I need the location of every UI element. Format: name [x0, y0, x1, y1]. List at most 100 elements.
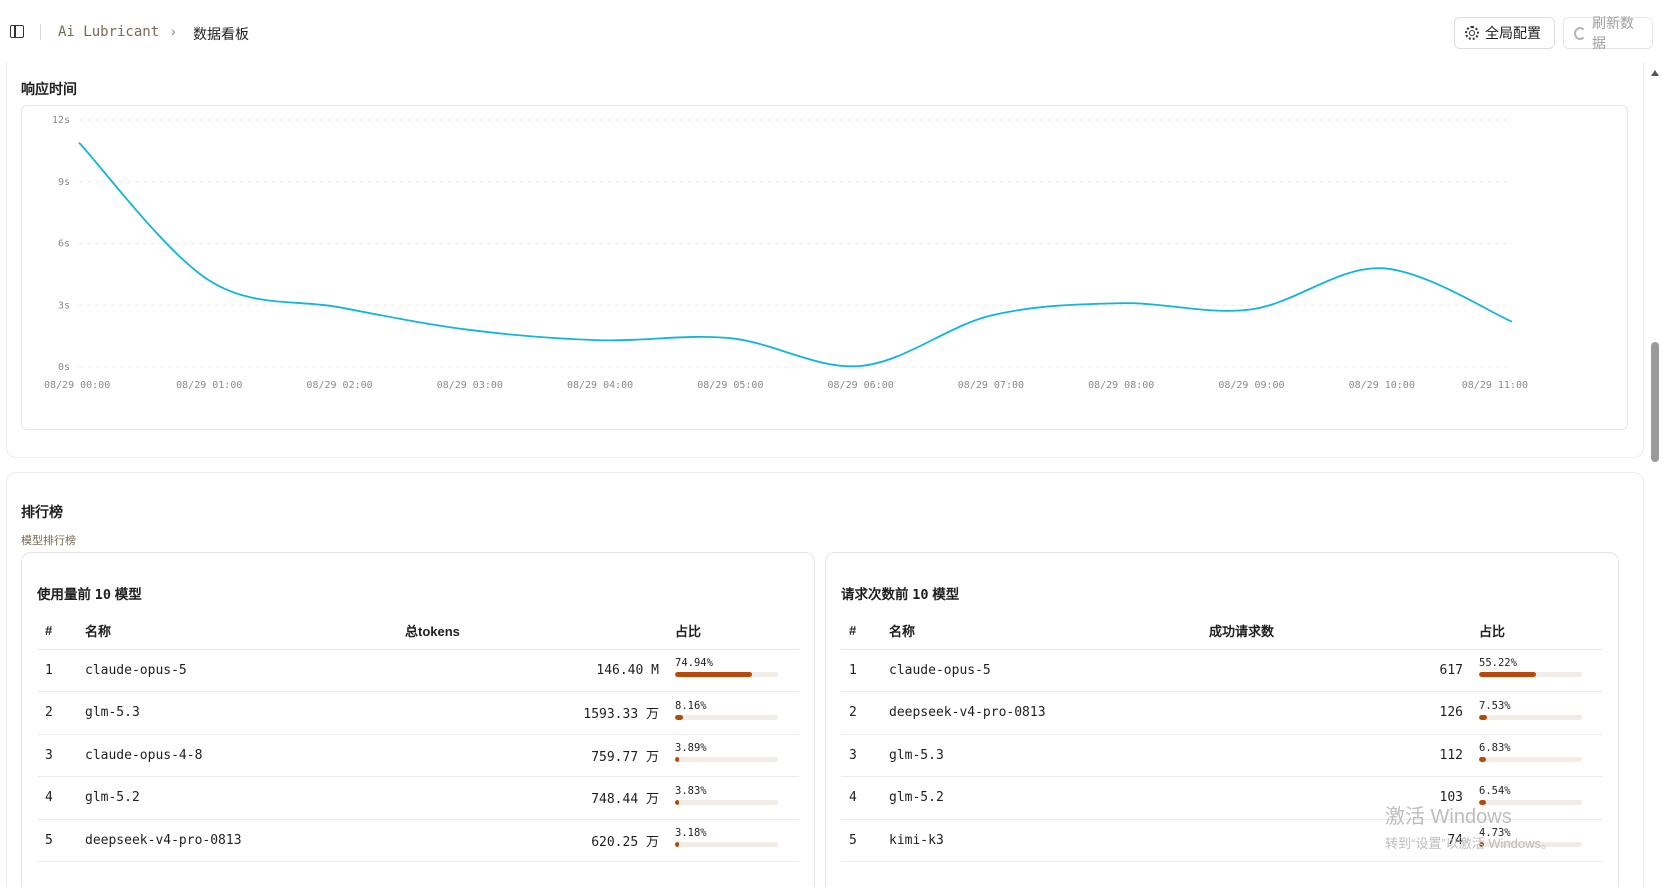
row-share-cell: 3.18%: [675, 819, 799, 862]
y-tick-label: 3s: [58, 300, 70, 311]
col-success-requests: 成功请求数: [1209, 613, 1479, 650]
share-bar-track: [1479, 714, 1582, 720]
x-tick-label: 08/29 08:00: [1088, 380, 1154, 391]
ranking-subtitle: 模型排行榜: [21, 535, 76, 547]
breadcrumb-divider: [40, 24, 41, 40]
usage-table-body: 1 claude-opus-5 146.40 M 74.94% 2 glm-5.3 1593…: [37, 649, 799, 862]
row-model-name: deepseek-v4-pro-0813: [889, 691, 1209, 735]
row-share-text: 6.54%: [1479, 784, 1511, 797]
chevron-right-icon: ›: [171, 23, 176, 39]
row-index: 1: [37, 649, 85, 692]
row-model-name: glm-5.3: [85, 691, 405, 735]
share-bar-fill: [675, 672, 753, 678]
response-time-chart-svg: 0s 3s 6s 9s 12s 08/29 00:00 08/29 01:00 08/29 0…: [44, 115, 1528, 391]
row-model-name: claude-opus-5: [889, 649, 1209, 692]
row-index: 3: [841, 734, 889, 777]
row-index: 1: [841, 649, 889, 692]
table-row[interactable]: 4 glm-5.2 748.44 万 3.83%: [37, 776, 799, 820]
usage-table: # 名称 总tokens 占比 1 claude-opus-5 146.40 M 74…: [37, 613, 799, 862]
row-total-tokens: 620.25 万: [405, 819, 675, 862]
row-share-text: 8.16%: [675, 699, 707, 712]
row-share-cell: 55.22%: [1479, 649, 1603, 692]
watermark-line-2: 转到“设置”以激活 Windows。: [1385, 836, 1555, 851]
row-model-name: glm-5.2: [889, 776, 1209, 820]
usage-title-num: 10: [94, 587, 112, 603]
table-row[interactable]: 1 claude-opus-5 146.40 M 74.94%: [37, 649, 799, 692]
table-row[interactable]: 5 deepseek-v4-pro-0813 620.25 万 3.18%: [37, 819, 799, 862]
table-row[interactable]: 3 glm-5.3 112 6.83%: [841, 734, 1603, 777]
row-share-text: 3.18%: [675, 827, 707, 840]
row-share-cell: 8.16%: [675, 691, 799, 735]
x-tick-label: 08/29 06:00: [828, 380, 894, 391]
page-scrollbar[interactable]: [1648, 62, 1662, 887]
table-row[interactable]: 3 claude-opus-4-8 759.77 万 3.89%: [37, 734, 799, 777]
usage-top10-panel: 使用量前 10 模型 # 名称 总tokens 占比 1 claude-opus-…: [21, 552, 815, 887]
usage-panel-title: 使用量前 10 模型: [37, 583, 142, 603]
row-index: 2: [841, 691, 889, 735]
table-row[interactable]: 1 claude-opus-5 617 55.22%: [841, 649, 1603, 692]
x-tick-label: 08/29 09:00: [1218, 380, 1284, 391]
x-tick-label: 08/29 10:00: [1349, 380, 1415, 391]
requests-title-num: 10: [912, 587, 929, 603]
row-success-requests: 112: [1209, 734, 1479, 777]
row-share-cell: 3.89%: [675, 734, 799, 777]
scroll-thumb[interactable]: [1651, 342, 1659, 462]
row-model-name: claude-opus-4-8: [85, 734, 405, 777]
y-tick-label: 6s: [58, 239, 70, 250]
scroll-up-arrow-icon[interactable]: [1651, 70, 1659, 76]
row-success-requests: 617: [1209, 649, 1479, 692]
row-share-cell: 6.83%: [1479, 734, 1603, 777]
share-bar-track: [675, 714, 778, 720]
row-share-text: 6.83%: [1479, 742, 1511, 755]
row-share-text: 3.83%: [675, 784, 707, 797]
y-tick-label: 12s: [52, 115, 70, 126]
col-name: 名称: [85, 613, 405, 650]
row-share-text: 3.89%: [675, 742, 707, 755]
breadcrumb-root[interactable]: Ai Lubricant: [58, 24, 159, 40]
row-total-tokens: 146.40 M: [405, 649, 675, 692]
row-model-name: claude-opus-5: [85, 649, 405, 692]
top-bar: Ai Lubricant › 数据看板 全局配置 刷新数据: [0, 0, 1653, 62]
share-bar-track: [675, 799, 778, 805]
col-name: 名称: [889, 613, 1209, 650]
col-share: 占比: [1479, 613, 1603, 650]
row-model-name: kimi-k3: [889, 819, 1209, 862]
sidebar-toggle-icon[interactable]: [10, 25, 24, 38]
watermark-line-1: 激活 Windows: [1385, 806, 1512, 828]
x-tick-label: 08/29 07:00: [958, 380, 1024, 391]
row-share-text: 55.22%: [1479, 657, 1517, 670]
x-tick-label: 08/29 11:00: [1462, 380, 1528, 391]
col-total-tokens: 总tokens: [405, 613, 675, 650]
share-bar-track: [1479, 757, 1582, 763]
x-tick-label: 08/29 03:00: [437, 380, 503, 391]
share-bar-fill: [675, 799, 680, 805]
row-share-cell: 3.83%: [675, 776, 799, 820]
y-tick-label: 9s: [58, 177, 70, 188]
share-bar-fill: [1479, 714, 1487, 720]
table-row[interactable]: 2 deepseek-v4-pro-0813 126 7.53%: [841, 691, 1603, 735]
breadcrumb-current: 数据看板: [193, 26, 249, 42]
x-tick-label: 08/29 04:00: [567, 380, 633, 391]
x-tick-label: 08/29 05:00: [697, 380, 763, 391]
table-header-row: # 名称 成功请求数 占比: [841, 613, 1603, 650]
row-share-text: 7.53%: [1479, 699, 1511, 712]
usage-title-post: 模型: [114, 587, 142, 602]
row-total-tokens: 759.77 万: [405, 734, 675, 777]
row-index: 3: [37, 734, 85, 777]
global-config-label: 全局配置: [1485, 25, 1541, 41]
table-row[interactable]: 2 glm-5.3 1593.33 万 8.16%: [37, 691, 799, 735]
share-bar-fill: [675, 842, 680, 848]
global-config-button[interactable]: 全局配置: [1454, 17, 1555, 49]
requests-panel-title: 请求次数前 10 模型: [841, 583, 959, 603]
x-tick-label: 08/29 00:00: [44, 380, 110, 391]
requests-title-post: 模型: [932, 587, 960, 602]
response-time-series-line: [78, 142, 1513, 368]
y-tick-label: 0s: [58, 362, 70, 373]
row-share-cell: 7.53%: [1479, 691, 1603, 735]
col-share: 占比: [675, 613, 799, 650]
row-model-name: glm-5.2: [85, 776, 405, 820]
share-bar-track: [675, 842, 778, 848]
response-time-title: 响应时间: [21, 81, 77, 97]
ranking-title: 排行榜: [21, 504, 63, 520]
refresh-data-button[interactable]: 刷新数据: [1563, 15, 1653, 51]
